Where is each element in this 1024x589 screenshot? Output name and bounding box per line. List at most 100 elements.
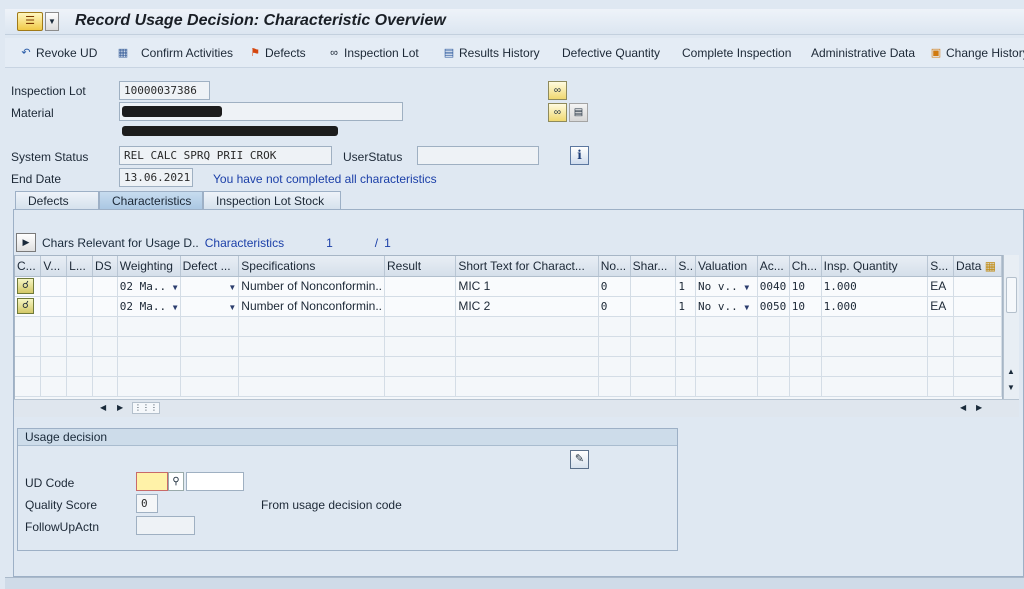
total-pages: 1 bbox=[384, 235, 391, 250]
scroll-right-icon[interactable]: ▶ bbox=[976, 403, 982, 412]
table-header: C... V... L... DS Weighting Defect ... S… bbox=[15, 256, 1002, 277]
column-header[interactable]: S... bbox=[927, 256, 955, 277]
inspection-lot-button[interactable]: ∞ Inspection Lot bbox=[327, 46, 419, 60]
calculator-icon: ▦ bbox=[117, 47, 129, 59]
complete-inspection-button[interactable]: Complete Inspection bbox=[682, 46, 791, 60]
column-header[interactable]: Ch... bbox=[789, 256, 822, 277]
followup-action-field[interactable] bbox=[136, 516, 195, 535]
dropdown-arrow-icon[interactable]: ▼ bbox=[173, 283, 178, 292]
quality-score-label: Quality Score bbox=[25, 498, 98, 512]
end-date-label: End Date bbox=[11, 172, 62, 186]
result-input[interactable] bbox=[384, 296, 457, 317]
result-input[interactable] bbox=[384, 276, 457, 297]
column-header[interactable]: Defect ... bbox=[180, 256, 240, 277]
column-header[interactable]: V... bbox=[40, 256, 68, 277]
system-status-field[interactable]: REL CALC SPRQ PRII CROK bbox=[119, 146, 332, 165]
scroll-left-icon[interactable]: ◀ bbox=[100, 403, 106, 412]
edit-text-icon[interactable]: ✎ bbox=[570, 450, 589, 469]
dropdown-arrow-icon[interactable]: ▼ bbox=[228, 283, 236, 292]
column-header[interactable]: Shar... bbox=[630, 256, 677, 277]
tab-characteristics[interactable]: Characteristics bbox=[99, 191, 203, 210]
column-header[interactable]: Short Text for Charact... bbox=[455, 256, 599, 277]
scroll-left-icon[interactable]: ◀ bbox=[960, 403, 966, 412]
from-code-text: From usage decision code bbox=[261, 498, 402, 512]
title-bar: ☰ ▼ Record Usage Decision: Characteristi… bbox=[5, 9, 1024, 35]
chart-icon: ▤ bbox=[443, 47, 455, 59]
inspection-lot-field[interactable]: 10000037386 bbox=[119, 81, 210, 100]
ud-code-text-field[interactable] bbox=[186, 472, 244, 491]
defects-button[interactable]: ⚑ Defects bbox=[248, 46, 306, 60]
column-header[interactable]: Data ▦ bbox=[953, 256, 1002, 277]
dropdown-arrow-icon[interactable]: ▼ bbox=[228, 303, 236, 312]
search-icon[interactable]: ⚲ bbox=[168, 472, 184, 491]
column-header[interactable]: No... bbox=[598, 256, 631, 277]
quality-score-field[interactable]: 0 bbox=[136, 494, 158, 513]
table-settings-icon[interactable]: ▦ bbox=[985, 259, 996, 273]
current-page: 1 bbox=[326, 235, 333, 250]
empty-row bbox=[15, 336, 1002, 357]
material-detail-icon[interactable]: ▤ bbox=[569, 103, 588, 122]
column-header[interactable]: Valuation bbox=[695, 256, 758, 277]
dropdown-arrow-icon[interactable]: ▼ bbox=[744, 303, 749, 312]
column-header[interactable]: L... bbox=[66, 256, 93, 277]
status-message: You have not completed all characteristi… bbox=[213, 172, 437, 186]
vertical-scrollbar[interactable]: ▲ ▼ bbox=[1003, 255, 1019, 417]
menu-icon[interactable]: ☰ bbox=[17, 12, 43, 31]
usage-decision-group: Usage decision ✎ UD Code ⚲ Quality Score… bbox=[17, 428, 678, 551]
display-material-icon[interactable]: ∞ bbox=[548, 103, 567, 122]
system-status-label: System Status bbox=[11, 150, 89, 164]
user-status-field[interactable] bbox=[417, 146, 539, 165]
results-history-button[interactable]: ▤ Results History bbox=[442, 46, 540, 60]
application-toolbar: ↶ Revoke UD ▦ Confirm Activities ⚑ Defec… bbox=[5, 38, 1024, 68]
column-header[interactable]: Specifications bbox=[238, 256, 386, 277]
chars-header: ▶ Chars Relevant for Usage D.. Character… bbox=[16, 233, 391, 252]
characteristics-table: C... V... L... DS Weighting Defect ... S… bbox=[14, 255, 1003, 417]
tab-defects[interactable]: Defects bbox=[15, 191, 99, 210]
confirm-activities-button[interactable]: ▦ Confirm Activities bbox=[116, 46, 233, 60]
characteristics-label: Characteristics bbox=[204, 235, 285, 250]
column-header[interactable]: Weighting bbox=[117, 256, 181, 277]
chars-relevant-label: Chars Relevant for Usage D.. bbox=[42, 235, 199, 250]
column-header[interactable]: Ac... bbox=[757, 256, 790, 277]
page-title: Record Usage Decision: Characteristic Ov… bbox=[75, 12, 446, 29]
revoke-ud-button[interactable]: ↶ Revoke UD bbox=[19, 46, 97, 60]
chevron-down-icon[interactable]: ▼ bbox=[45, 12, 59, 31]
page-separator: / bbox=[374, 235, 379, 250]
tab-inspection-lot-stock[interactable]: Inspection Lot Stock bbox=[203, 191, 341, 210]
status-bar bbox=[5, 577, 1024, 589]
flag-icon: ⚑ bbox=[250, 47, 260, 59]
scroll-thumb[interactable]: ⋮⋮⋮ bbox=[132, 402, 160, 414]
column-header[interactable]: DS bbox=[92, 256, 118, 277]
empty-row bbox=[15, 356, 1002, 377]
inspection-lot-label: Inspection Lot bbox=[11, 84, 86, 98]
scroll-right-icon[interactable]: ▶ bbox=[117, 403, 123, 412]
ud-code-label: UD Code bbox=[25, 476, 75, 490]
column-header[interactable]: C... bbox=[15, 256, 42, 277]
scroll-up-icon[interactable]: ▲ bbox=[1007, 367, 1015, 376]
redaction-bar bbox=[122, 106, 222, 117]
info-icon[interactable]: i bbox=[570, 146, 589, 165]
detail-icon[interactable]: ☌ bbox=[17, 298, 34, 314]
table-row[interactable]: ☌ 02 Ma.. ▼ ▼ Number of Nonconformin.. M… bbox=[15, 276, 1002, 297]
empty-row bbox=[15, 376, 1002, 397]
administrative-data-button[interactable]: Administrative Data bbox=[811, 46, 915, 60]
empty-row bbox=[15, 316, 1002, 337]
ud-code-input[interactable] bbox=[136, 472, 168, 491]
dropdown-arrow-icon[interactable]: ▼ bbox=[744, 283, 749, 292]
scroll-thumb[interactable] bbox=[1006, 277, 1017, 313]
table-row[interactable]: ☌ 02 Ma.. ▼ ▼ Number of Nonconformin.. M… bbox=[15, 296, 1002, 317]
column-header[interactable]: Result bbox=[384, 256, 457, 277]
display-lot-icon[interactable]: ∞ bbox=[548, 81, 567, 100]
defective-quantity-button[interactable]: Defective Quantity bbox=[562, 46, 660, 60]
end-date-field[interactable]: 13.06.2021 bbox=[119, 168, 193, 187]
column-header[interactable]: Insp. Quantity bbox=[821, 256, 929, 277]
dropdown-arrow-icon[interactable]: ▼ bbox=[173, 303, 178, 312]
change-history-button[interactable]: ▣ Change History bbox=[929, 46, 1024, 60]
glasses-icon: ∞ bbox=[330, 47, 338, 59]
horizontal-scrollbar[interactable]: ◀ ▶ ⋮⋮⋮ ◀ ▶ bbox=[14, 399, 1019, 417]
redaction-bar bbox=[122, 126, 338, 136]
column-header[interactable]: S.. bbox=[675, 256, 697, 277]
detail-icon[interactable]: ☌ bbox=[17, 278, 34, 294]
scroll-down-icon[interactable]: ▼ bbox=[1007, 383, 1015, 392]
expand-icon[interactable]: ▶ bbox=[16, 233, 36, 252]
